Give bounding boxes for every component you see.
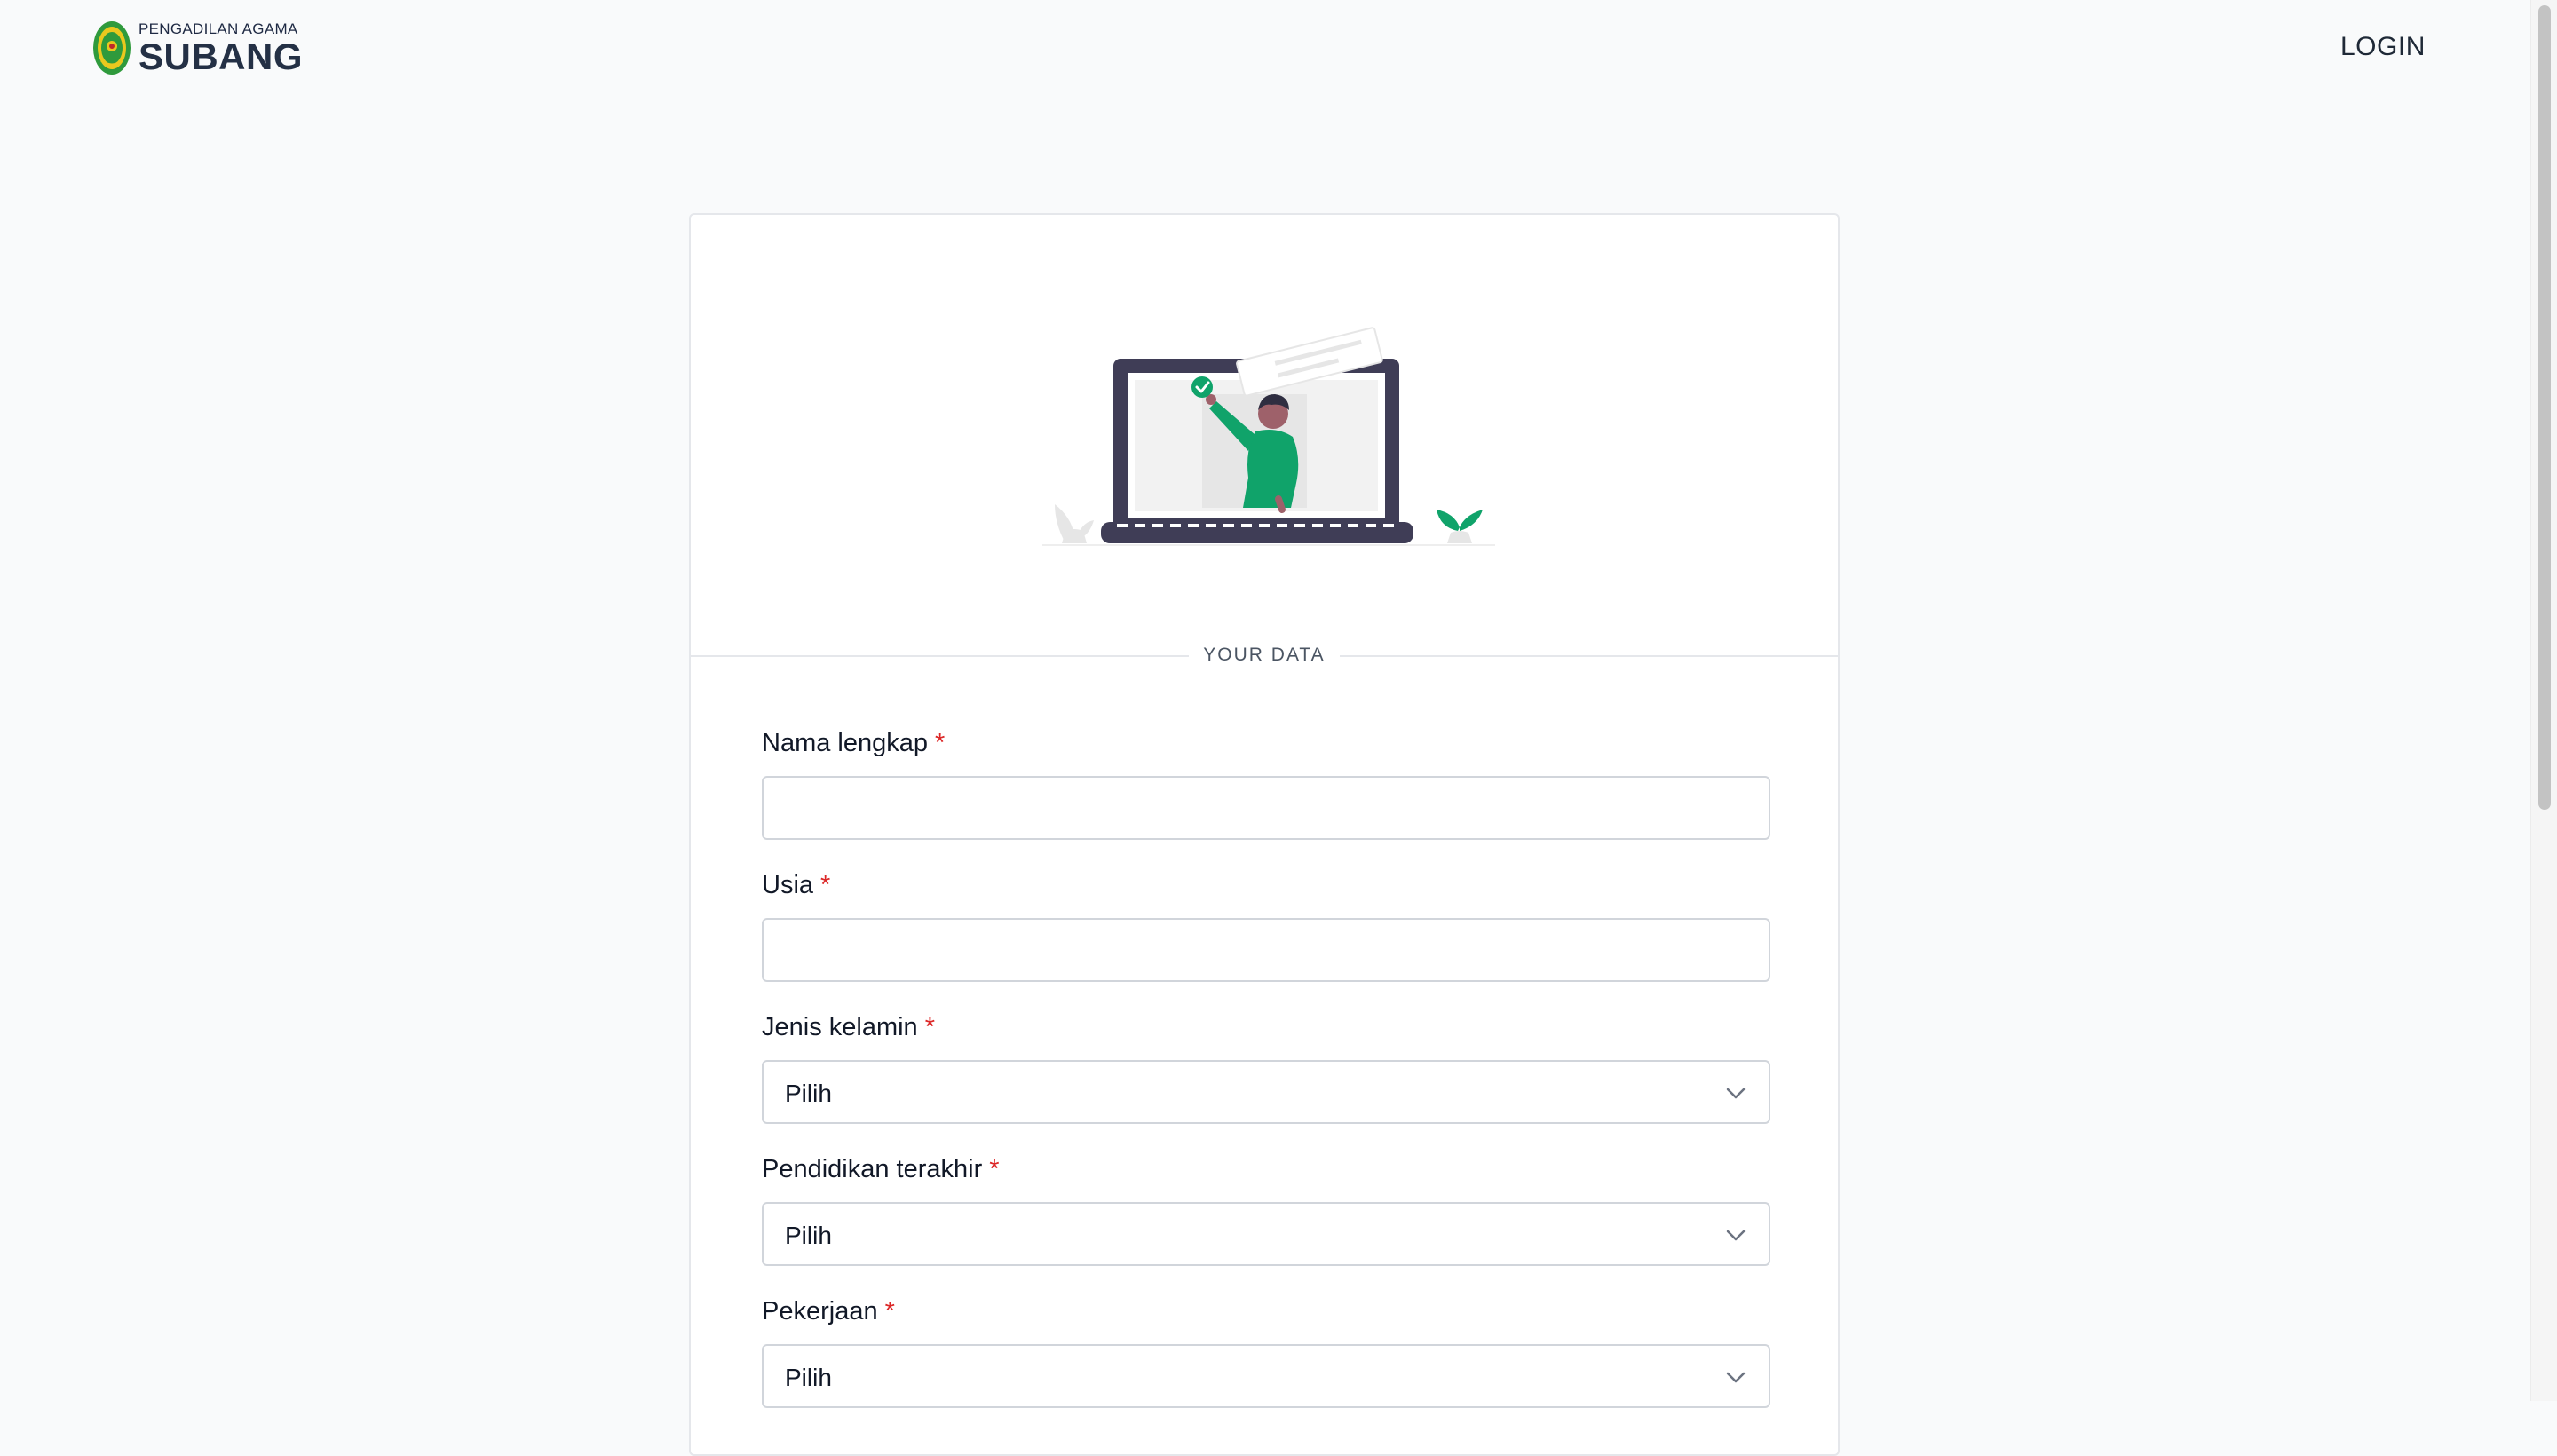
chevron-down-icon: [1726, 1230, 1746, 1241]
select-value: Pilih: [785, 1080, 832, 1107]
site-header: PENGADILAN AGAMA SUBANG LOGIN: [0, 0, 2530, 98]
field-education: Pendidikan terakhir * Pilih: [762, 1154, 1770, 1296]
chevron-down-icon: [1726, 1372, 1746, 1383]
required-mark: *: [935, 729, 946, 757]
required-mark: *: [924, 1013, 935, 1041]
form-card: YOUR DATA Nama lengkap * Usia * Jenis kela…: [689, 213, 1840, 1456]
full-name-input[interactable]: [762, 776, 1770, 840]
field-occupation: Pekerjaan * Pilih: [762, 1296, 1770, 1438]
select-value: Pilih: [785, 1364, 832, 1391]
page-scrollbar[interactable]: [2530, 0, 2557, 1401]
field-label-text: Nama lengkap: [762, 729, 928, 757]
login-link[interactable]: LOGIN: [2340, 32, 2426, 62]
field-gender: Jenis kelamin * Pilih: [762, 1012, 1770, 1154]
scrollbar-thumb[interactable]: [2538, 5, 2551, 810]
field-label-text: Usia: [762, 871, 814, 899]
logo-title: SUBANG: [139, 36, 304, 77]
required-mark: *: [989, 1155, 1000, 1183]
field-label: Pendidikan terakhir *: [762, 1154, 1770, 1184]
education-select[interactable]: Pilih: [762, 1202, 1770, 1266]
field-label: Jenis kelamin *: [762, 1012, 1770, 1042]
site-logo[interactable]: PENGADILAN AGAMA SUBANG: [92, 20, 303, 76]
field-label-text: Pekerjaan: [762, 1297, 878, 1325]
field-label-text: Pendidikan terakhir: [762, 1155, 983, 1183]
court-emblem-icon: [93, 21, 131, 75]
field-label: Pekerjaan *: [762, 1296, 1770, 1326]
section-label: YOUR DATA: [1189, 645, 1340, 666]
occupation-select[interactable]: Pilih: [762, 1344, 1770, 1408]
laptop-person-illustration: [1042, 327, 1495, 546]
field-label: Nama lengkap *: [762, 728, 1770, 758]
chevron-down-icon: [1726, 1088, 1746, 1099]
required-mark: *: [820, 871, 831, 899]
required-mark: *: [884, 1297, 895, 1325]
gender-select[interactable]: Pilih: [762, 1060, 1770, 1124]
age-input[interactable]: [762, 918, 1770, 982]
data-form: Nama lengkap * Usia * Jenis kelamin * Pilih…: [762, 728, 1770, 1438]
select-value: Pilih: [785, 1222, 832, 1249]
field-age: Usia *: [762, 870, 1770, 1012]
field-label-text: Jenis kelamin: [762, 1013, 918, 1041]
field-full-name: Nama lengkap *: [762, 728, 1770, 870]
field-label: Usia *: [762, 870, 1770, 900]
